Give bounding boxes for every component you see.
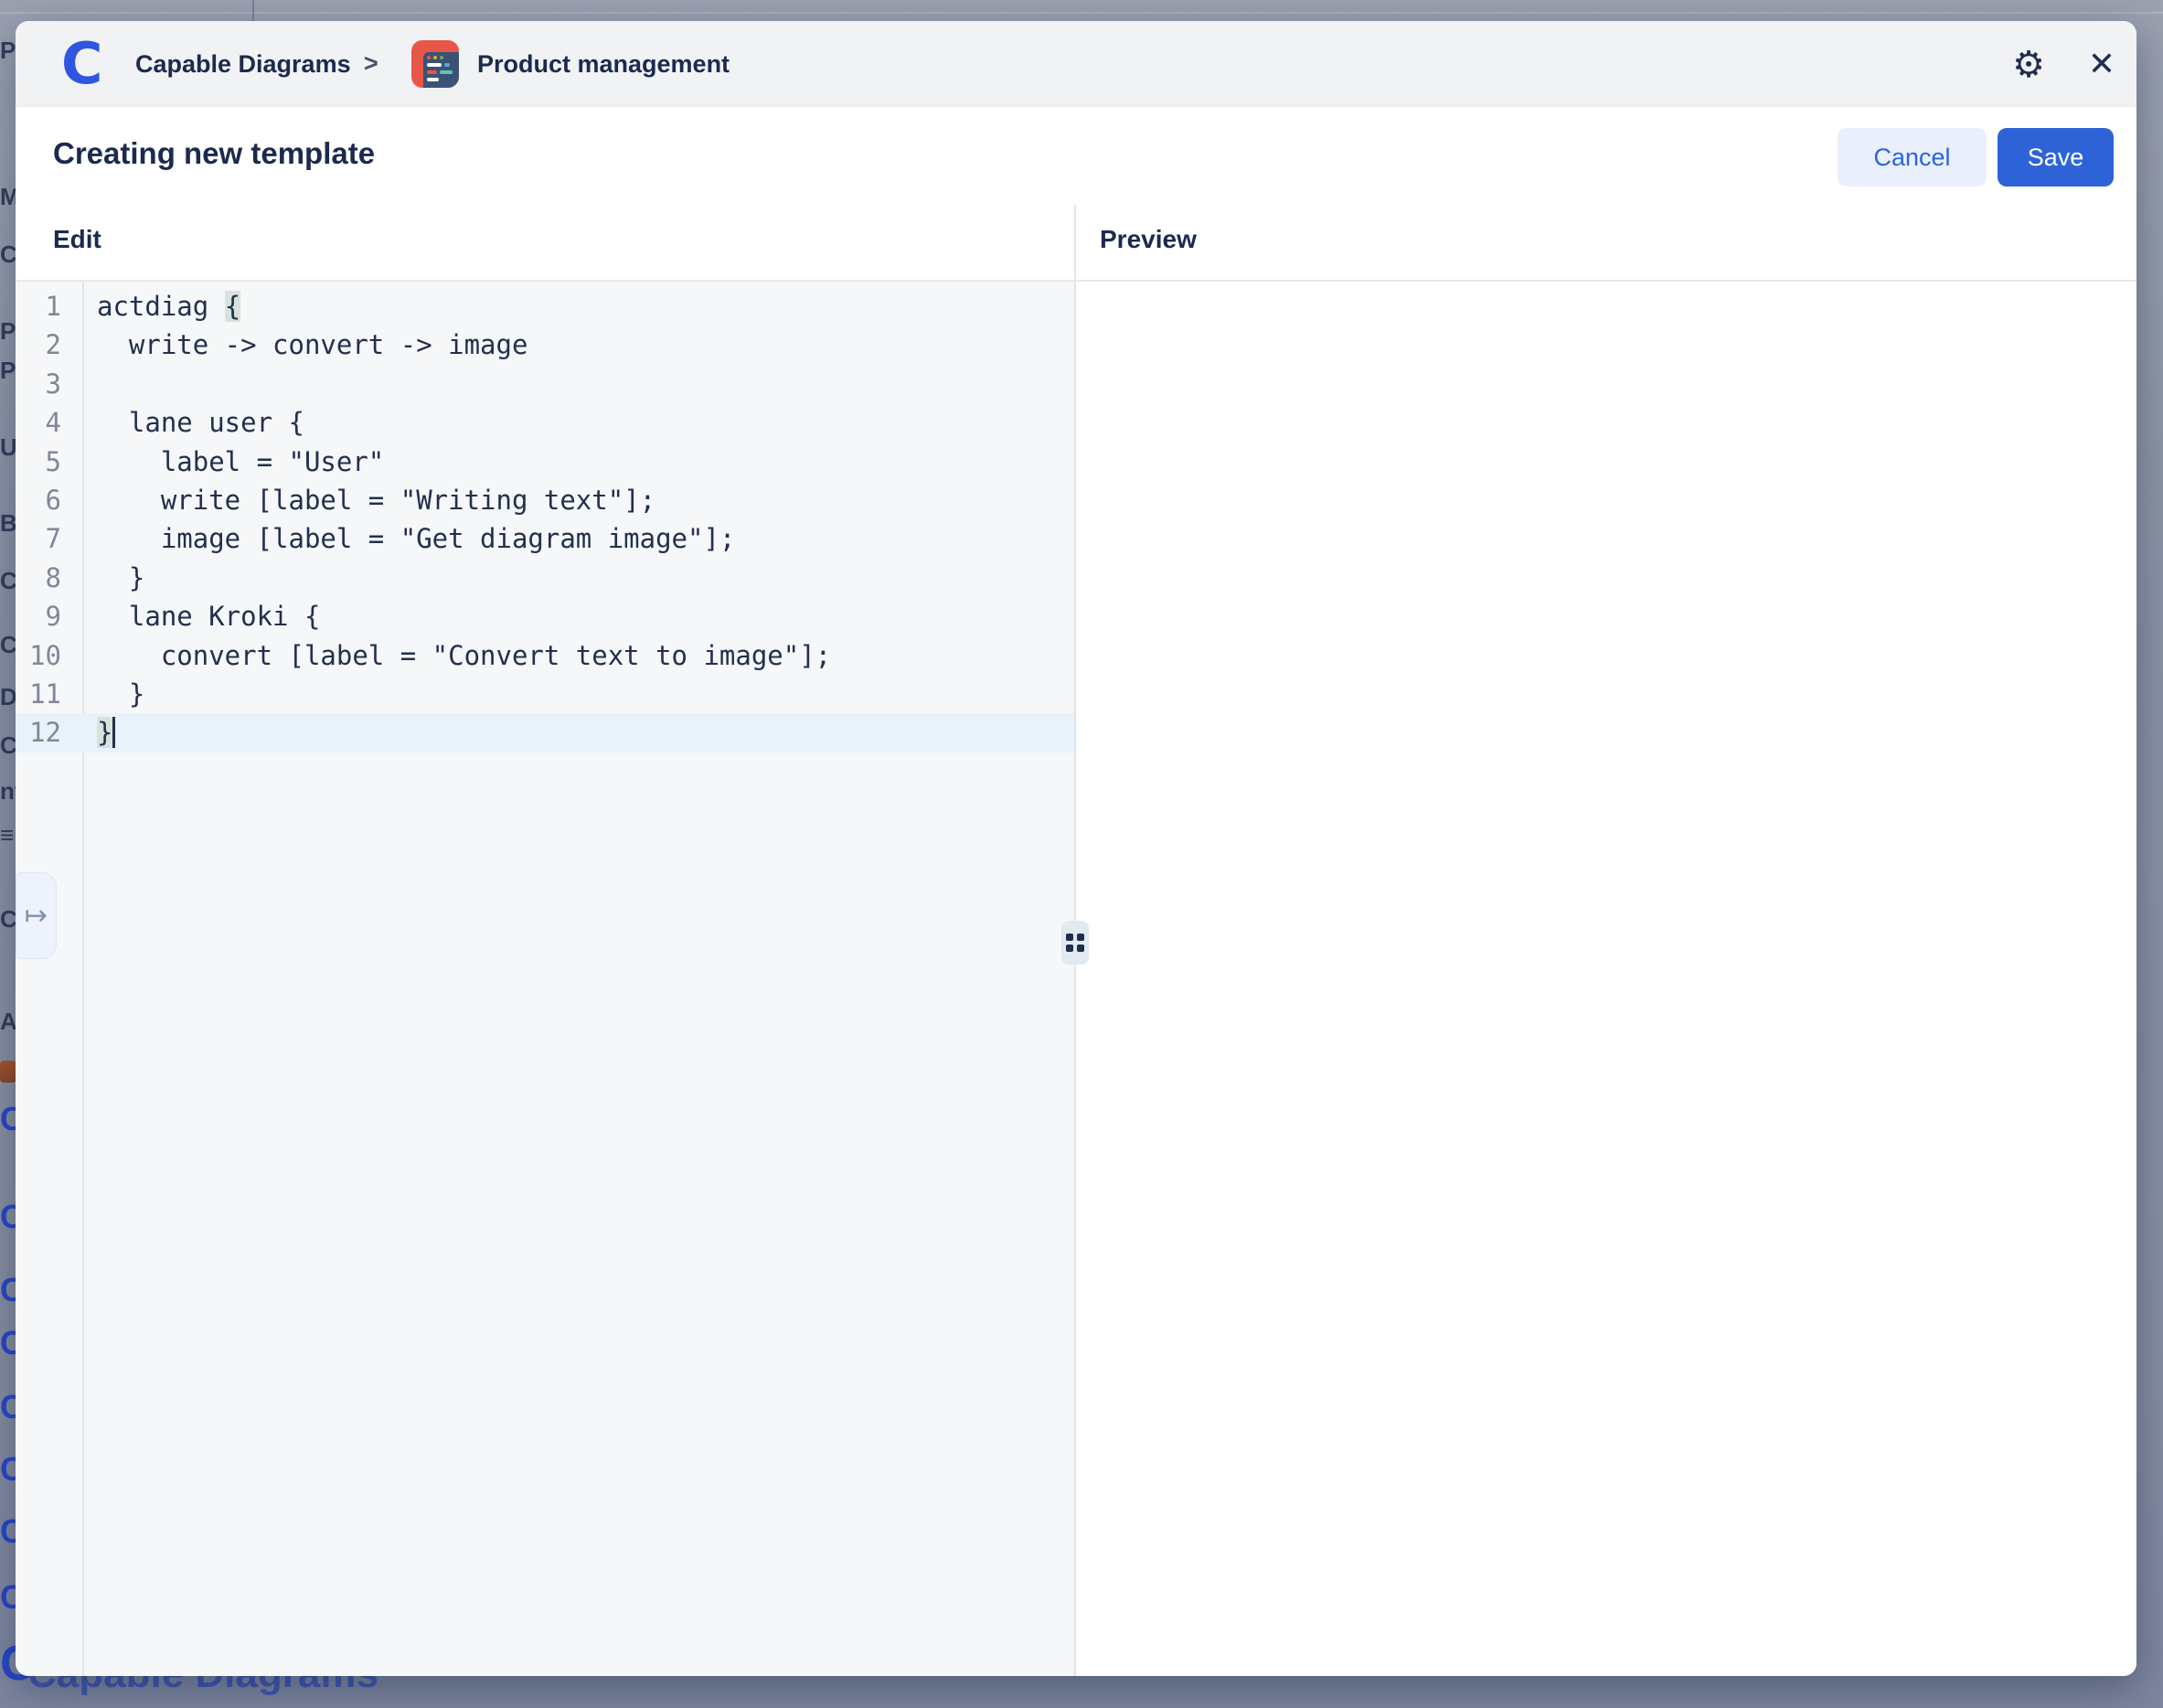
- code-line: 1 actdiag {: [16, 287, 1074, 326]
- code-line: 6 write [label = "Writing text"];: [16, 481, 1074, 519]
- breadcrumb-page-name: Product management: [477, 21, 730, 107]
- save-button[interactable]: Save: [1998, 128, 2114, 187]
- code-line: 2 write -> convert -> image: [16, 326, 1074, 364]
- breadcrumb-chevron-icon: >: [364, 21, 378, 107]
- preview-panel: User Kroki Writing text Convert text to …: [1076, 282, 2136, 1676]
- settings-gear-icon[interactable]: ⚙: [2007, 43, 2051, 87]
- backdrop-sidebar-item: Ca: [0, 631, 16, 658]
- code-editor[interactable]: 1actdiag {2 write -> convert -> image34 …: [16, 282, 1074, 1676]
- preview-panel-label: Preview: [1100, 225, 1197, 254]
- code-text: convert [label = "Convert text to image"…: [82, 636, 831, 675]
- panel-resize-handle[interactable]: [1061, 921, 1089, 965]
- line-number: 3: [16, 365, 61, 403]
- backdrop-sidebar-item: AP: [0, 1008, 16, 1035]
- breadcrumb-app-link[interactable]: Capable Diagrams: [135, 21, 351, 107]
- backdrop-divider: [0, 12, 2163, 14]
- code-line: 11 }: [16, 675, 1074, 713]
- backdrop-sidebar-item: Cl: [0, 731, 16, 759]
- backdrop-sidebar-item: Ul: [0, 433, 16, 461]
- code-line: 4 lane user {: [16, 403, 1074, 442]
- code-line: 12}: [16, 713, 1074, 752]
- code-lines: 1actdiag {2 write -> convert -> image34 …: [16, 287, 1074, 753]
- code-line: 9 lane Kroki {: [16, 597, 1074, 635]
- line-number: 10: [16, 636, 61, 675]
- code-text: }: [82, 675, 144, 713]
- code-text: }: [82, 559, 144, 597]
- screen: PrMClPrPrUlByCaCaDuClnt≡CrAPCCCCCCCC C C…: [0, 0, 2163, 1708]
- backdrop-divider-vertical: [252, 0, 254, 21]
- line-number: 11: [16, 675, 61, 713]
- backdrop-sidebar-item: M: [0, 183, 16, 210]
- code-line: 7 image [label = "Get diagram image"];: [16, 519, 1074, 558]
- modal-title: Creating new template: [53, 136, 375, 171]
- backdrop-orange-icon: [0, 1061, 16, 1083]
- code-text: lane user {: [82, 403, 304, 442]
- code-line: 5 label = "User": [16, 443, 1074, 481]
- close-icon[interactable]: ✕: [2080, 43, 2124, 87]
- backdrop-sidebar-item: By: [0, 509, 16, 537]
- code-text: actdiag {: [82, 287, 240, 326]
- expand-sidebar-button[interactable]: ↦: [16, 872, 57, 959]
- code-line: 3: [16, 365, 1074, 403]
- template-editor-modal: C Capable Diagrams > Product management …: [16, 21, 2136, 1676]
- line-number: 1: [16, 287, 61, 326]
- backdrop-sidebar-item: Pr: [0, 37, 16, 64]
- backdrop-sidebar-item: Du: [0, 683, 16, 710]
- code-line: 10 convert [label = "Convert text to ima…: [16, 636, 1074, 675]
- page-document-icon: [411, 40, 459, 88]
- code-text: write -> convert -> image: [82, 326, 527, 364]
- line-number: 12: [16, 713, 61, 752]
- line-number: 7: [16, 519, 61, 558]
- backdrop-sidebar-item: Cl: [0, 240, 16, 268]
- backdrop-sidebar-item: Pr: [0, 317, 16, 345]
- edit-panel-label: Edit: [53, 225, 101, 254]
- code-text: lane Kroki {: [82, 597, 320, 635]
- code-text: write [label = "Writing text"];: [82, 481, 655, 519]
- line-number: 2: [16, 326, 61, 364]
- code-text: image [label = "Get diagram image"];: [82, 519, 735, 558]
- line-number: 6: [16, 481, 61, 519]
- modal-header: C Capable Diagrams > Product management …: [16, 21, 2136, 107]
- cancel-button[interactable]: Cancel: [1838, 128, 1987, 187]
- line-number: 4: [16, 403, 61, 442]
- capable-diagrams-logo-icon: C: [61, 28, 103, 100]
- line-number: 5: [16, 443, 61, 481]
- line-number: 8: [16, 559, 61, 597]
- backdrop-sidebar-item: Cr: [0, 905, 16, 933]
- line-number: 9: [16, 597, 61, 635]
- modal-titlebar: Creating new template Cancel Save: [16, 107, 2136, 205]
- code-line: 8 }: [16, 559, 1074, 597]
- backdrop-sidebar-item: nt: [0, 777, 16, 805]
- code-text: label = "User": [82, 443, 384, 481]
- code-text: }: [82, 713, 115, 752]
- backdrop-sidebar-item: ≡: [0, 821, 16, 849]
- backdrop-sidebar-item: Ca: [0, 567, 16, 594]
- text-cursor: [112, 717, 115, 748]
- panel-headers: Edit Preview: [16, 205, 2136, 280]
- backdrop-sidebar-item: Pr: [0, 357, 16, 384]
